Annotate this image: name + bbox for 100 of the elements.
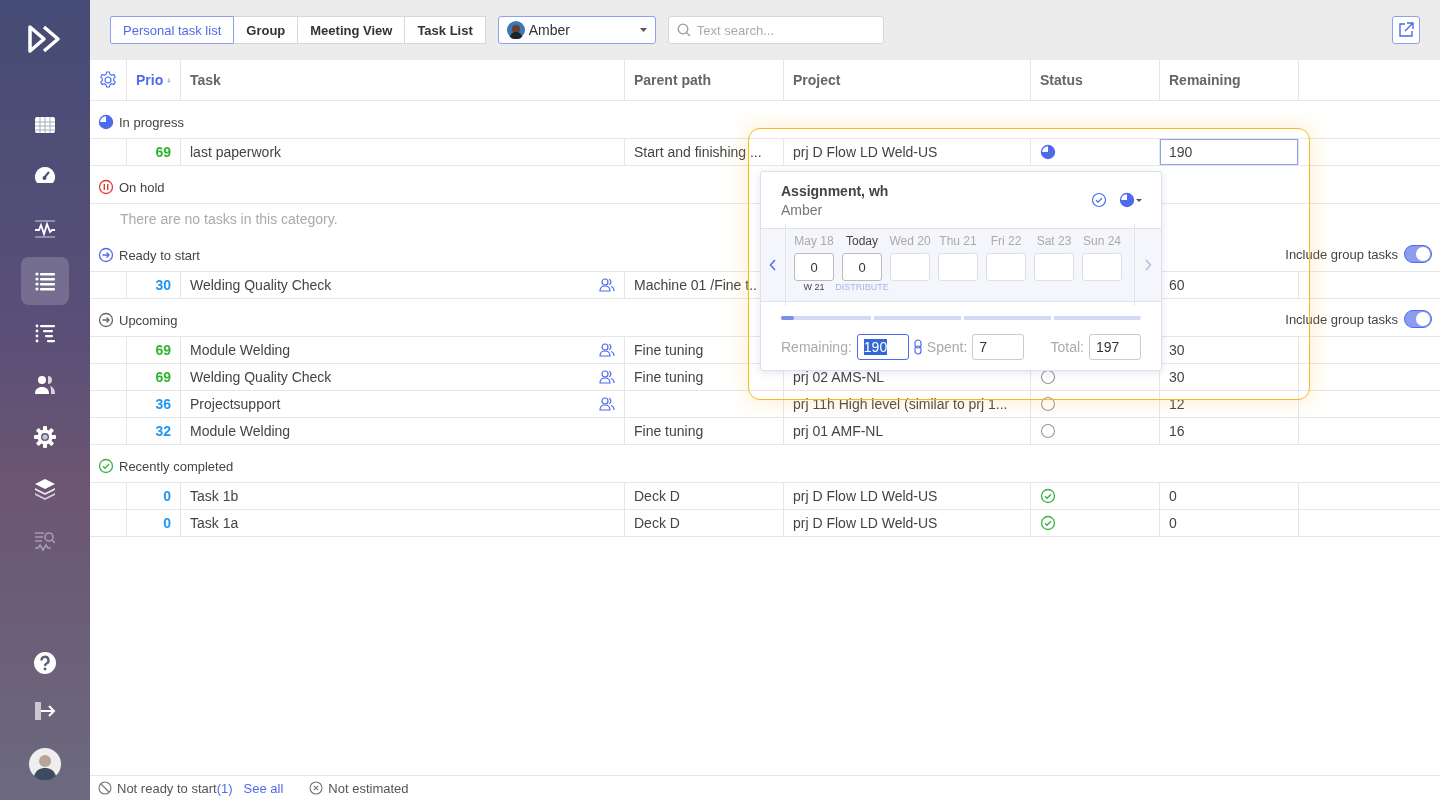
column-header[interactable]: Task [190, 72, 221, 88]
day-label: Today [846, 234, 878, 248]
remaining-value: 16 [1168, 423, 1186, 439]
view-tab[interactable]: Meeting View [298, 16, 406, 44]
pie-dropdown-icon[interactable] [1119, 192, 1143, 208]
assignee-name: Amber [781, 201, 824, 218]
task-name[interactable]: Projectsupport [190, 396, 281, 412]
remaining-value: 30 [1168, 369, 1186, 385]
help-icon[interactable] [34, 652, 56, 674]
day-field[interactable] [938, 253, 978, 281]
view-tab[interactable]: Personal task list [110, 16, 235, 44]
total-field[interactable]: 197 [1089, 334, 1141, 360]
count: (1) [216, 780, 233, 796]
project-name: prj D Flow LD Weld-US [793, 488, 938, 504]
check-circle-icon[interactable] [1091, 192, 1107, 208]
layers-icon [34, 478, 56, 500]
task-name[interactable]: Welding Quality Check [190, 369, 332, 385]
priority-value: 69 [155, 342, 171, 358]
task-name[interactable]: Welding Quality Check [190, 277, 332, 293]
task-name[interactable]: Task 1b [190, 488, 239, 504]
user-name: Amber [528, 22, 571, 38]
day-field[interactable]: 0 [842, 253, 882, 281]
search-field[interactable]: Text search... [667, 16, 884, 44]
day-label: Wed 20 [889, 234, 931, 248]
priority-value: 0 [163, 488, 171, 504]
task-name[interactable]: Module Welding [190, 342, 291, 358]
week-number: W 21 [803, 282, 825, 292]
day-field[interactable]: 0 [794, 253, 834, 281]
spent-label: Spent: [926, 339, 968, 355]
priority-value: 0 [163, 515, 171, 531]
external-link-icon [1398, 22, 1414, 38]
avatar-icon [506, 21, 525, 39]
day-label: Fri 22 [990, 234, 1022, 248]
day-label: Sat 23 [1036, 234, 1072, 248]
column-header[interactable]: Status [1040, 72, 1083, 88]
task-name[interactable]: last paperwork [190, 144, 282, 160]
parent-path: Fine tuning [634, 342, 704, 358]
total-label: Total: [1050, 339, 1084, 355]
priority-value: 69 [155, 369, 171, 385]
export-button[interactable] [1392, 16, 1420, 44]
gear-icon [34, 426, 56, 448]
project-name: prj 02 AMS-NL [793, 369, 885, 385]
caret-icon [639, 28, 647, 32]
task-name[interactable]: Task 1a [190, 515, 239, 531]
people-icon [34, 374, 56, 396]
logout-icon[interactable] [34, 700, 56, 722]
remaining-value: 0 [1168, 515, 1178, 531]
group-title: Upcoming [119, 313, 178, 328]
see-all-link[interactable]: See all [243, 780, 284, 796]
status-filter-label: Not estimated [328, 780, 409, 796]
remaining-field[interactable]: 190 [856, 334, 909, 360]
parent-path: Deck D [634, 488, 680, 504]
view-tab[interactable]: Group [234, 16, 299, 44]
search-pulse-icon [34, 530, 56, 552]
user-select[interactable]: Amber [497, 16, 656, 44]
toggle-switch[interactable] [1404, 310, 1432, 328]
view-tab[interactable]: Task List [405, 16, 486, 44]
settings-icon[interactable] [99, 71, 117, 89]
logo-icon [27, 24, 63, 54]
grid-icon [34, 114, 56, 136]
arrow-circle-icon [98, 312, 114, 328]
parent-path: Fine tuning [634, 369, 704, 385]
remaining-value: 60 [1168, 277, 1186, 293]
sidebar-item[interactable] [21, 257, 69, 305]
pie-progress-icon [98, 114, 114, 130]
parent-path: Start and finishing ... [634, 144, 762, 160]
status-filter-label: Not ready to start [117, 780, 217, 796]
empty-message: There are no tasks in this category. [120, 210, 338, 229]
group-title: On hold [119, 180, 165, 195]
task-name[interactable]: Module Welding [190, 423, 291, 439]
group-title: Ready to start [119, 248, 200, 263]
day-field[interactable] [1034, 253, 1074, 281]
remaining-field[interactable]: 190 [1160, 139, 1298, 165]
parent-path: Fine tuning [634, 423, 704, 439]
day-field[interactable] [890, 253, 930, 281]
link-icon[interactable] [913, 339, 922, 355]
column-header[interactable]: Prio [136, 72, 164, 88]
day-field[interactable] [986, 253, 1026, 281]
group-title: Recently completed [119, 459, 234, 474]
x-circle-icon [309, 781, 324, 795]
spent-field[interactable]: 7 [972, 334, 1025, 360]
column-header[interactable]: Remaining [1169, 72, 1241, 88]
day-label: Sun 24 [1082, 234, 1121, 248]
pulse-chart-icon [34, 218, 56, 240]
column-header[interactable]: Parent path [634, 72, 711, 88]
day-label: Thu 21 [939, 234, 977, 248]
list-icon [34, 270, 56, 292]
priority-value: 69 [155, 144, 171, 160]
day-field[interactable] [1082, 253, 1122, 281]
remaining-value: 30 [1168, 342, 1186, 358]
column-header[interactable]: Project [793, 72, 841, 88]
priority-value: 36 [155, 396, 171, 412]
chevron-left-icon[interactable] [769, 259, 777, 271]
remaining-value: 0 [1168, 488, 1178, 504]
check-circle-icon [98, 458, 114, 474]
project-name: prj D Flow LD Weld-US [793, 144, 938, 160]
toggle-switch[interactable] [1404, 245, 1432, 263]
avatar-icon[interactable] [29, 748, 61, 780]
group-title: In progress [119, 115, 185, 130]
arrow-circle-icon [98, 247, 114, 263]
